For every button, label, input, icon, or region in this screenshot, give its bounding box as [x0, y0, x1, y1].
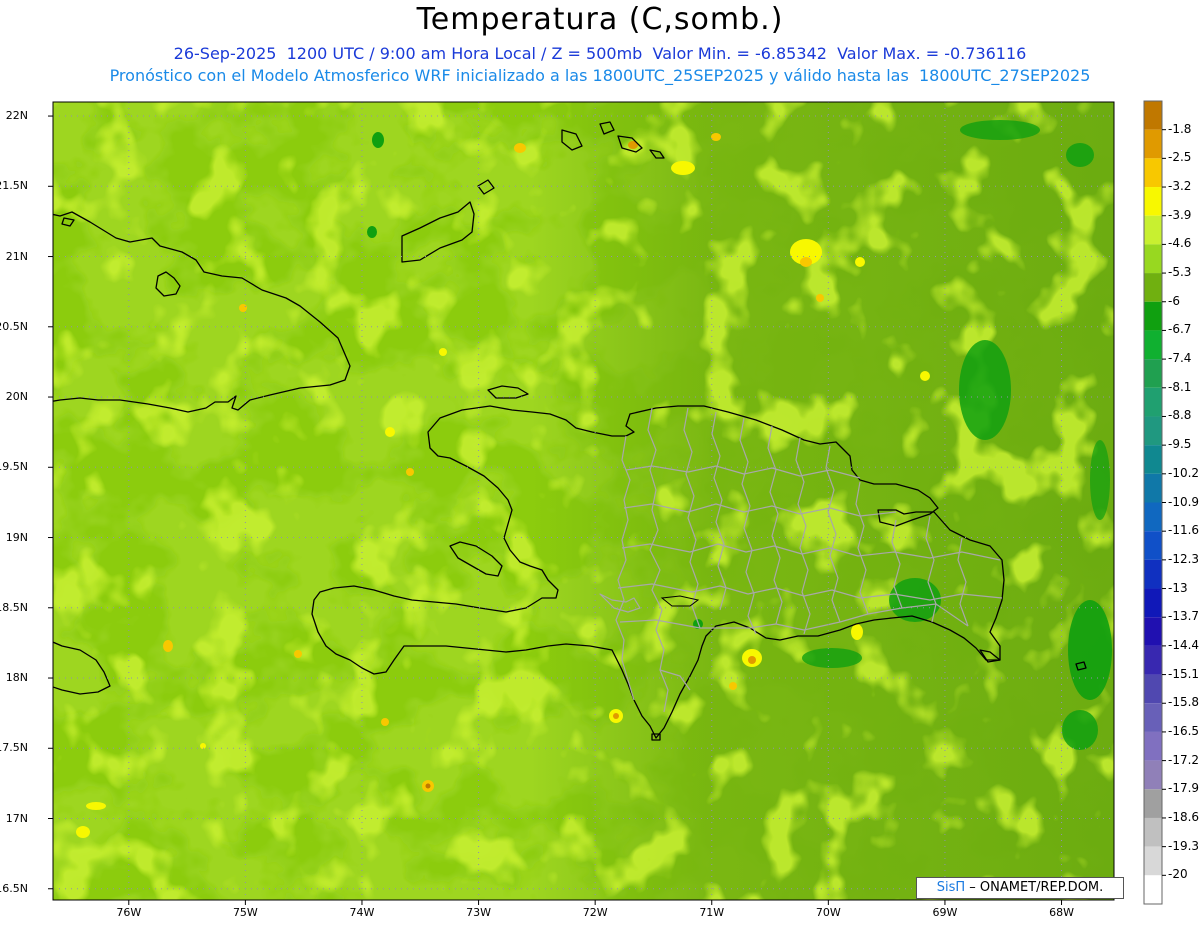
- temperature-field: [53, 102, 1114, 900]
- colorbar-swatch: [1144, 502, 1162, 532]
- lon-label: 76W: [116, 906, 142, 919]
- colorbar-level-label: -20: [1168, 867, 1188, 882]
- colorbar-level-label: -10.9: [1168, 494, 1200, 509]
- lat-label: 18N: [5, 671, 28, 685]
- colorbar-swatch: [1144, 645, 1162, 675]
- lon-label: 72W: [582, 906, 608, 919]
- colorbar-swatch: [1144, 330, 1162, 360]
- colorbar-level-label: -3.9: [1168, 207, 1192, 222]
- colorbar-swatch: [1144, 875, 1162, 904]
- colorbar-swatch: [1144, 129, 1162, 159]
- lat-label: 19N: [5, 530, 28, 544]
- lon-label: 75W: [232, 906, 258, 919]
- colorbar: [1143, 100, 1166, 905]
- lat-label: 17.5N: [0, 741, 28, 755]
- colorbar-swatch: [1144, 387, 1162, 417]
- colorbar-swatch: [1144, 301, 1162, 331]
- colorbar-swatch: [1144, 359, 1162, 388]
- colorbar-swatch: [1144, 531, 1162, 560]
- lat-label: 20.5N: [0, 319, 28, 333]
- colorbar-swatch: [1144, 215, 1162, 245]
- colorbar-swatch: [1144, 244, 1162, 274]
- colorbar-swatch: [1144, 588, 1162, 618]
- colorbar-level-label: -1.8: [1168, 121, 1192, 136]
- colorbar-level-label: -13: [1168, 580, 1188, 595]
- colorbar-swatch: [1144, 187, 1162, 216]
- colorbar-swatch: [1144, 760, 1162, 790]
- sispi-logo-text: SisΠ: [936, 880, 966, 895]
- colorbar-level-label: -15.1: [1168, 666, 1200, 681]
- colorbar-swatch: [1144, 101, 1162, 130]
- colorbar-level-label: -4.6: [1168, 236, 1192, 251]
- colorbar-level-label: -11.6: [1168, 523, 1200, 538]
- lat-label: 21N: [5, 249, 28, 263]
- colorbar-level-label: -3.2: [1168, 179, 1192, 194]
- lat-label: 22N: [5, 109, 28, 123]
- colorbar-level-label: -15.8: [1168, 695, 1200, 710]
- lat-label: 17N: [5, 811, 28, 825]
- colorbar-swatch: [1144, 158, 1162, 188]
- colorbar-swatch: [1144, 617, 1162, 646]
- colorbar-level-label: -17.2: [1168, 752, 1200, 767]
- lon-label: 73W: [466, 906, 491, 919]
- lon-label: 74W: [349, 906, 375, 919]
- colorbar-level-label: -10.2: [1168, 465, 1200, 480]
- colorbar-level-label: -18.6: [1168, 809, 1200, 824]
- colorbar-level-label: -7.4: [1168, 351, 1192, 366]
- credit-text: – ONAMET/REP.DOM.: [965, 880, 1104, 895]
- colorbar-level-label: -8.8: [1168, 408, 1192, 423]
- colorbar-level-label: -16.5: [1168, 723, 1200, 738]
- colorbar-level-label: -13.7: [1168, 609, 1200, 624]
- forecast-map: [48, 100, 1166, 905]
- colorbar-level-label: -2.5: [1168, 150, 1192, 165]
- colorbar-level-label: -14.4: [1168, 637, 1200, 652]
- lat-label: 18.5N: [0, 600, 28, 614]
- colorbar-swatch: [1144, 559, 1162, 589]
- lat-label: 20N: [5, 390, 28, 404]
- colorbar-level-label: -8.1: [1168, 379, 1192, 394]
- lat-label: 16.5N: [0, 881, 28, 895]
- colorbar-level-label: -9.5: [1168, 437, 1192, 452]
- colorbar-swatch: [1144, 445, 1162, 474]
- colorbar-swatch: [1144, 273, 1162, 302]
- colorbar-swatch: [1144, 416, 1162, 446]
- lon-label: 70W: [815, 906, 841, 919]
- colorbar-swatch: [1144, 473, 1162, 503]
- lon-label: 69W: [932, 906, 958, 919]
- colorbar-level-label: -17.9: [1168, 781, 1200, 796]
- colorbar-level-label: -6.7: [1168, 322, 1192, 337]
- lon-label: 68W: [1049, 906, 1074, 919]
- colorbar-swatch: [1144, 789, 1162, 818]
- lon-label: 71W: [699, 906, 725, 919]
- lat-label: 19.5N: [0, 460, 28, 474]
- colorbar-level-label: -12.3: [1168, 551, 1200, 566]
- colorbar-swatch: [1144, 846, 1162, 876]
- colorbar-swatch: [1144, 703, 1162, 732]
- lat-label: 21.5N: [0, 179, 28, 193]
- colorbar-level-label: -5.3: [1168, 265, 1192, 280]
- colorbar-swatch: [1144, 817, 1162, 847]
- colorbar-swatch: [1144, 731, 1162, 761]
- colorbar-level-label: -6: [1168, 293, 1180, 308]
- colorbar-swatch: [1144, 674, 1162, 704]
- colorbar-level-label: -19.3: [1168, 838, 1200, 853]
- credit-box: SisΠ – ONAMET/REP.DOM.: [916, 877, 1124, 899]
